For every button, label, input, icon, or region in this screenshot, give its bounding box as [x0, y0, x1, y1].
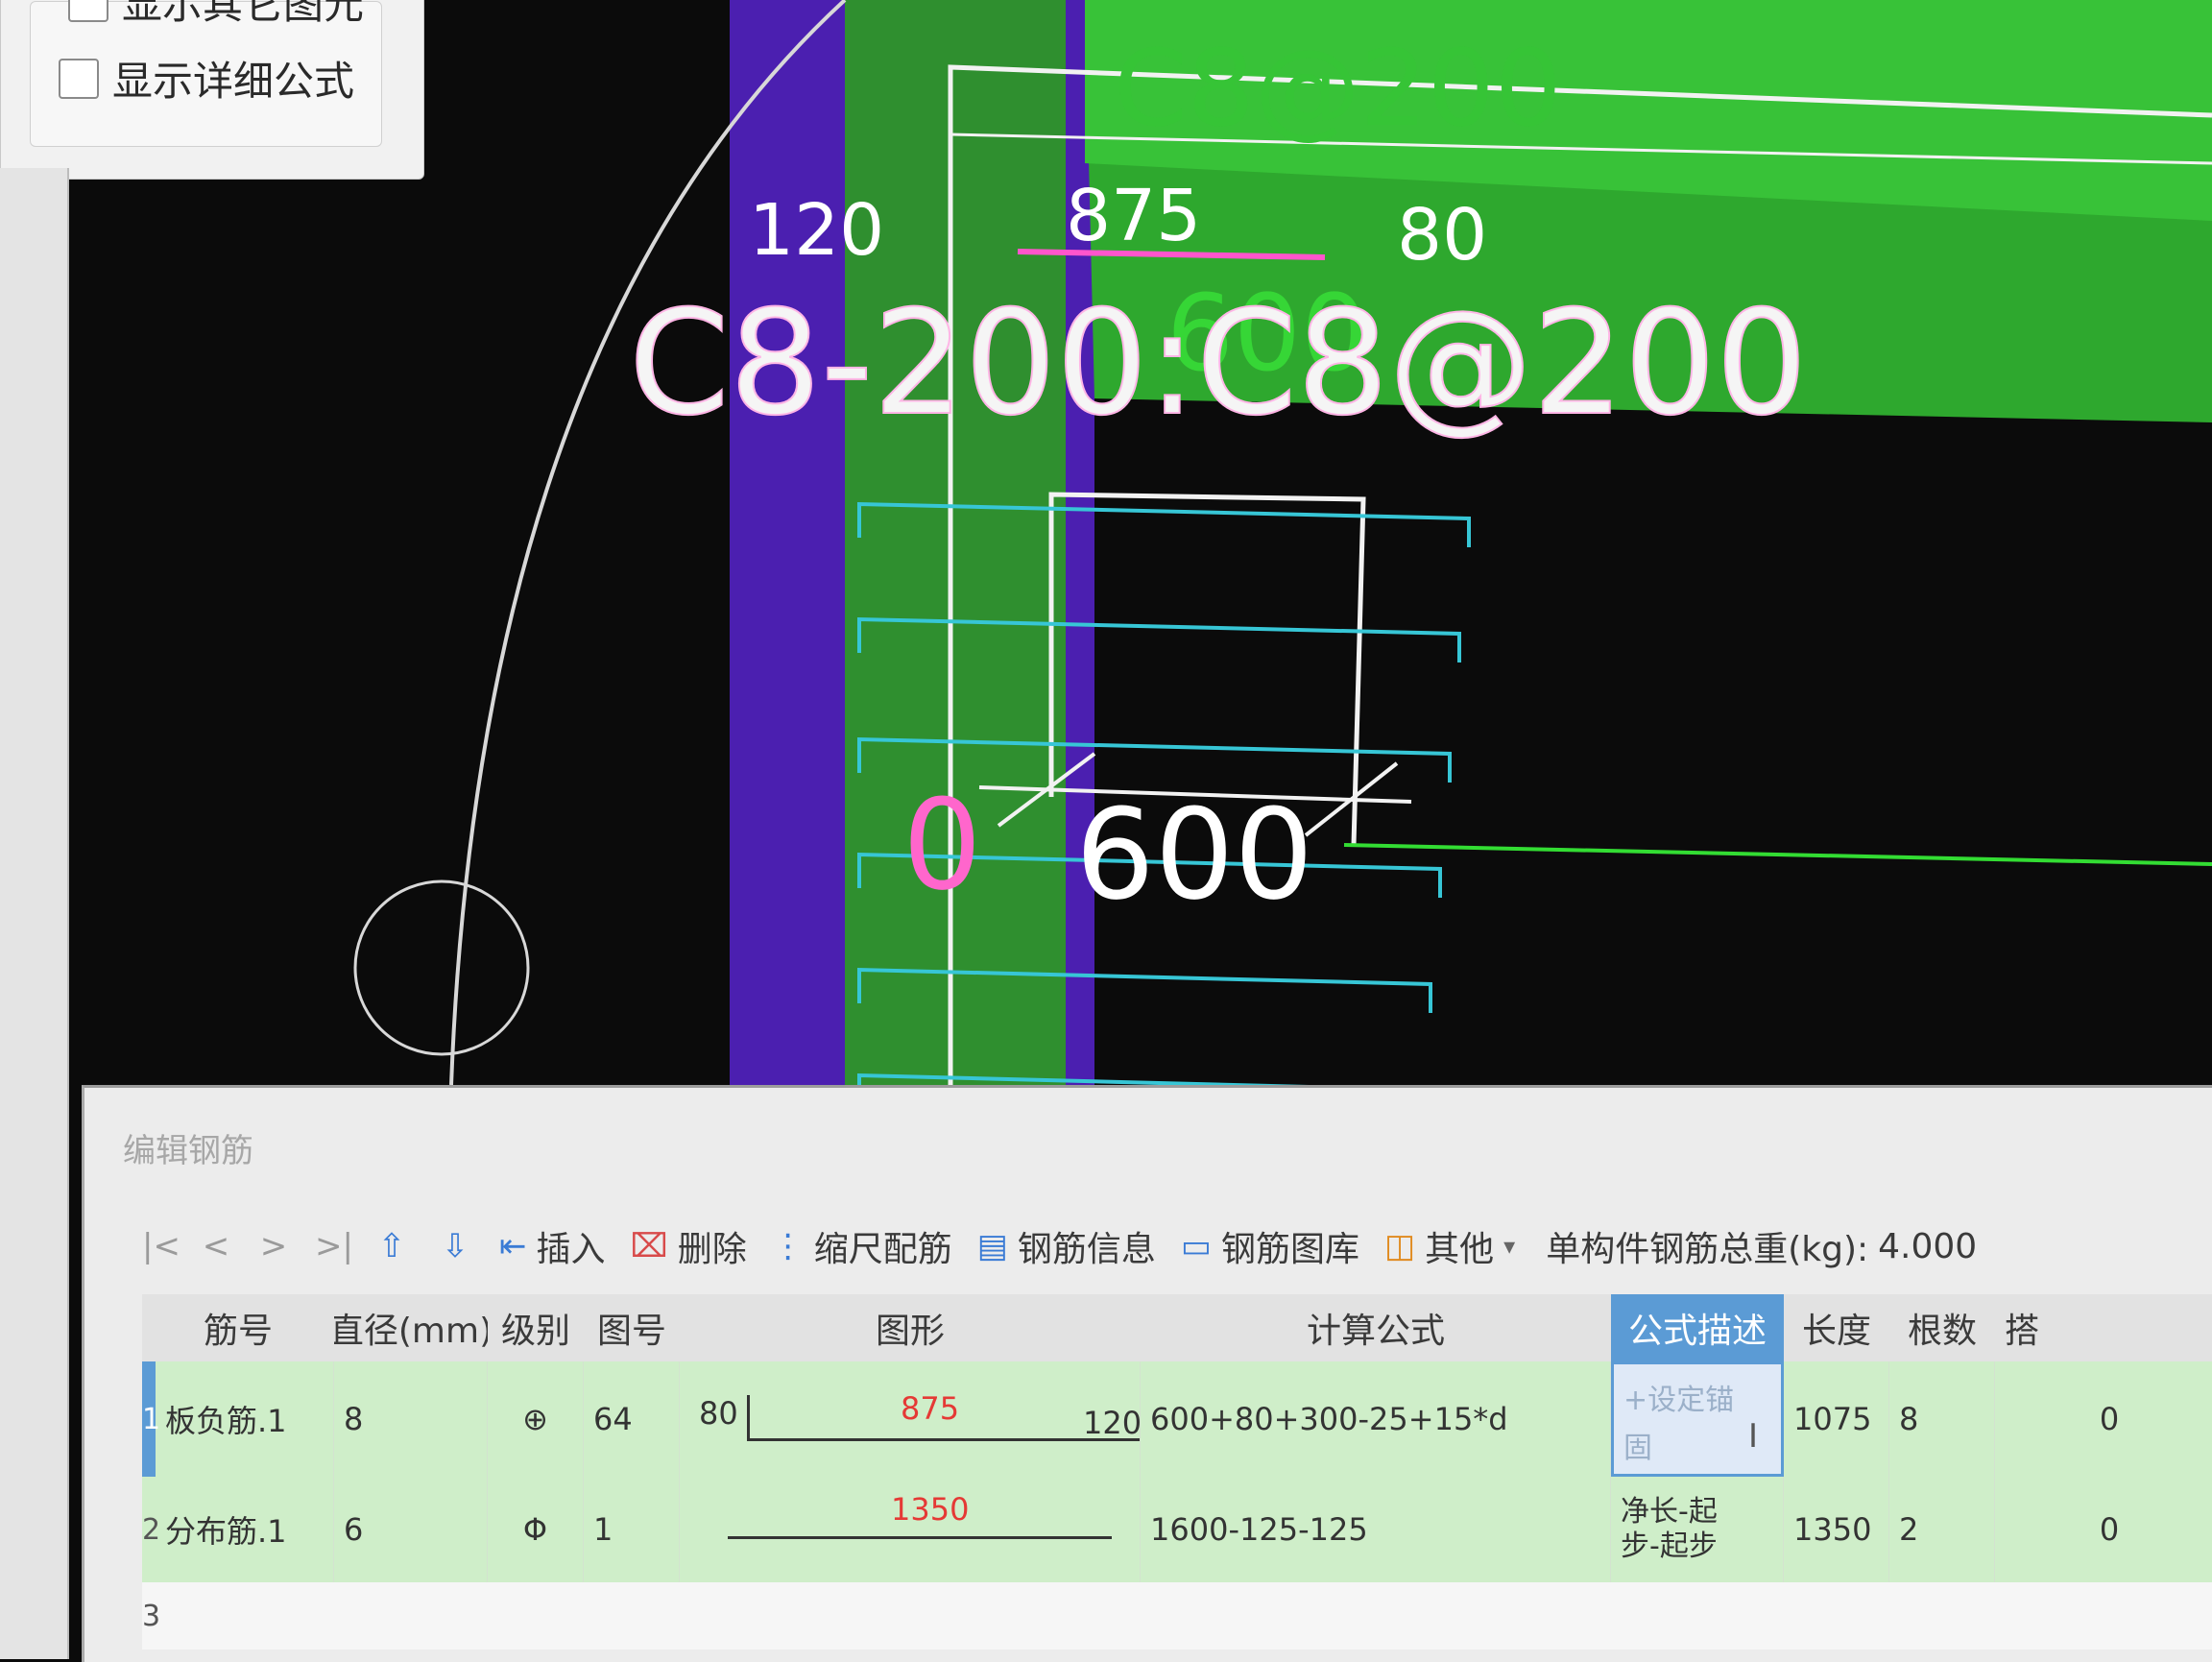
cell-count[interactable]: 8 — [1889, 1361, 1995, 1477]
dim-label-120: 120 — [749, 189, 884, 272]
row-number: 3 — [142, 1599, 161, 1633]
col-header-formula-desc[interactable]: 公式描述 — [1611, 1294, 1785, 1362]
cell-fig-no[interactable]: 1 — [584, 1477, 680, 1582]
delete-icon: ⌧ — [630, 1227, 668, 1265]
table-row[interactable]: 1 板负筋.1 8 ⊕ 64 80 875 120 600+80+300-25+… — [142, 1361, 2212, 1477]
panel-title: 编辑钢筋 — [123, 1132, 253, 1170]
nav-prev-button[interactable]: < — [200, 1227, 232, 1265]
cell-fig-no[interactable]: 64 — [584, 1361, 680, 1477]
move-up-icon[interactable]: ⇧ — [373, 1227, 411, 1265]
table-row[interactable]: 2 分布筋.1 6 Φ 1 1350 1600-125-125 净长-起 步-起… — [142, 1477, 2212, 1582]
table-row[interactable]: 3 — [142, 1582, 2212, 1650]
scale-label: 缩尺配筋 — [813, 1230, 952, 1269]
document-icon: ▤ — [976, 1227, 1008, 1265]
row-number: 1 — [142, 1361, 160, 1477]
rebar-info-label: 钢筋信息 — [1017, 1230, 1156, 1269]
dim-label-875: 875 — [1066, 175, 1201, 257]
col-header-fig-no[interactable]: 图号 — [584, 1294, 681, 1362]
col-header-length[interactable]: 长度 — [1784, 1294, 1890, 1362]
cell-shape[interactable]: 1350 — [680, 1477, 1141, 1582]
scale-icon: ⋮ — [771, 1227, 805, 1265]
chevron-down-icon: ▾ — [1503, 1233, 1516, 1260]
option-label-show-other: 显示其它图元 — [122, 0, 365, 28]
cell-formula-desc-editor[interactable]: +设定锚 固 I — [1611, 1361, 1784, 1477]
dim-label-600: 600 — [1075, 782, 1313, 927]
cell-length[interactable]: 1350 — [1784, 1477, 1889, 1582]
cell-grade[interactable]: ⊕ — [488, 1361, 584, 1477]
display-options-panel: 显示其它图元 显示详细公式 — [0, 0, 424, 180]
nav-first-button[interactable]: |< — [142, 1227, 180, 1265]
ghost-label-top: C8@200 — [1114, 27, 1562, 150]
cell-count[interactable]: 2 — [1889, 1477, 1995, 1582]
insert-icon: ⇤ — [499, 1227, 527, 1265]
shape-right-dim: 120 — [1083, 1405, 1141, 1441]
dim-label-0: 0 — [902, 772, 982, 918]
rebar-library-button[interactable]: ▭ 钢筋图库 — [1181, 1221, 1359, 1271]
col-header-count[interactable]: 根数 — [1889, 1294, 1996, 1362]
col-header-diameter[interactable]: 直径(mm) — [334, 1294, 489, 1362]
other-label: 其他 — [1425, 1230, 1495, 1269]
editor-toolbar: |< < > >| ⇧ ⇩ ⇤ 插入 ⌧ 删除 ⋮ 缩尺配筋 ▤ 钢筋信息 ▭ 钢筋图库 … — [142, 1203, 2206, 1289]
text-cursor-icon: I — [1748, 1417, 1759, 1456]
move-down-icon[interactable]: ⇩ — [436, 1227, 474, 1265]
rebar-table: 筋号 直径(mm) 级别 图号 图形 计算公式 公式描述 长度 根数 搭 1 板… — [142, 1294, 2212, 1662]
rebar-library-label: 钢筋图库 — [1221, 1230, 1360, 1269]
cell-formula[interactable]: 1600-125-125 — [1141, 1477, 1611, 1582]
other-icon: ◫ — [1384, 1227, 1416, 1265]
col-header-lap[interactable]: 搭 — [1995, 1294, 2212, 1362]
formula-desc-line1: +设定锚 — [1623, 1384, 1735, 1417]
cell-formula-desc[interactable]: 净长-起 步-起步 — [1611, 1477, 1784, 1582]
shape-left-dim: 80 — [699, 1395, 738, 1432]
checkbox-show-detail-formula[interactable] — [59, 58, 99, 99]
cell-diameter[interactable]: 8 — [334, 1361, 488, 1477]
dim-label-80: 80 — [1397, 194, 1487, 277]
left-app-strip — [0, 168, 69, 1659]
checkbox-show-other[interactable] — [68, 0, 108, 22]
cell-diameter[interactable]: 6 — [334, 1477, 488, 1582]
delete-button[interactable]: ⌧ 删除 — [631, 1221, 747, 1271]
nav-next-button[interactable]: > — [257, 1227, 290, 1265]
cell-lap[interactable]: 0 — [1995, 1361, 2212, 1477]
option-label-show-detail-formula: 显示详细公式 — [112, 58, 355, 105]
insert-label: 插入 — [536, 1230, 606, 1269]
delete-label: 删除 — [677, 1230, 747, 1269]
col-header-shape[interactable]: 图形 — [680, 1294, 1142, 1362]
shape-straight-bar — [728, 1536, 1112, 1539]
library-icon: ▭ — [1180, 1227, 1212, 1265]
col-header-formula[interactable]: 计算公式 — [1141, 1294, 1612, 1362]
option-show-other-elements[interactable]: 显示其它图元 — [68, 0, 364, 31]
cell-formula[interactable]: 600+80+300-25+15*d — [1141, 1361, 1611, 1477]
cell-grade[interactable]: Φ — [488, 1477, 584, 1582]
total-weight-label: 单构件钢筋总重(kg): — [1546, 1230, 1869, 1269]
scale-rebar-button[interactable]: ⋮ 缩尺配筋 — [772, 1221, 952, 1271]
cell-lap[interactable]: 0 — [1995, 1477, 2212, 1582]
cell-length[interactable]: 1075 — [1784, 1361, 1889, 1477]
col-header-grade[interactable]: 级别 — [488, 1294, 585, 1362]
cell-bar-name[interactable]: 板负筋.1 — [156, 1361, 334, 1477]
option-show-detail-formula[interactable]: 显示详细公式 — [59, 49, 354, 108]
rebar-label-main: C8-200:C8@200 — [629, 280, 1808, 447]
row-number: 2 — [142, 1512, 161, 1547]
formula-desc-line2: 固 — [1623, 1432, 1652, 1465]
formula-desc-line1: 净长-起 — [1621, 1495, 1718, 1529]
total-weight-value: 4.000 — [1878, 1226, 1978, 1266]
formula-desc-line2: 步-起步 — [1621, 1530, 1718, 1563]
shape-mid-dim: 1350 — [891, 1491, 970, 1528]
insert-button[interactable]: ⇤ 插入 — [499, 1221, 606, 1271]
purple-wall-band — [730, 0, 845, 1095]
cell-bar-name[interactable]: 分布筋.1 — [156, 1477, 334, 1582]
edit-rebar-panel: 编辑钢筋 |< < > >| ⇧ ⇩ ⇤ 插入 ⌧ 删除 ⋮ 缩尺配筋 ▤ 钢筋信息 ▭… — [82, 1085, 2212, 1662]
rebar-info-button[interactable]: ▤ 钢筋信息 — [977, 1221, 1156, 1271]
cell-shape[interactable]: 80 875 120 — [680, 1361, 1141, 1477]
nav-last-button[interactable]: >| — [315, 1227, 353, 1265]
col-header-bar-no[interactable]: 筋号 — [142, 1294, 335, 1362]
shape-mid-dim: 875 — [901, 1390, 960, 1427]
other-dropdown-button[interactable]: ◫ 其他 ▾ — [1384, 1221, 1515, 1271]
